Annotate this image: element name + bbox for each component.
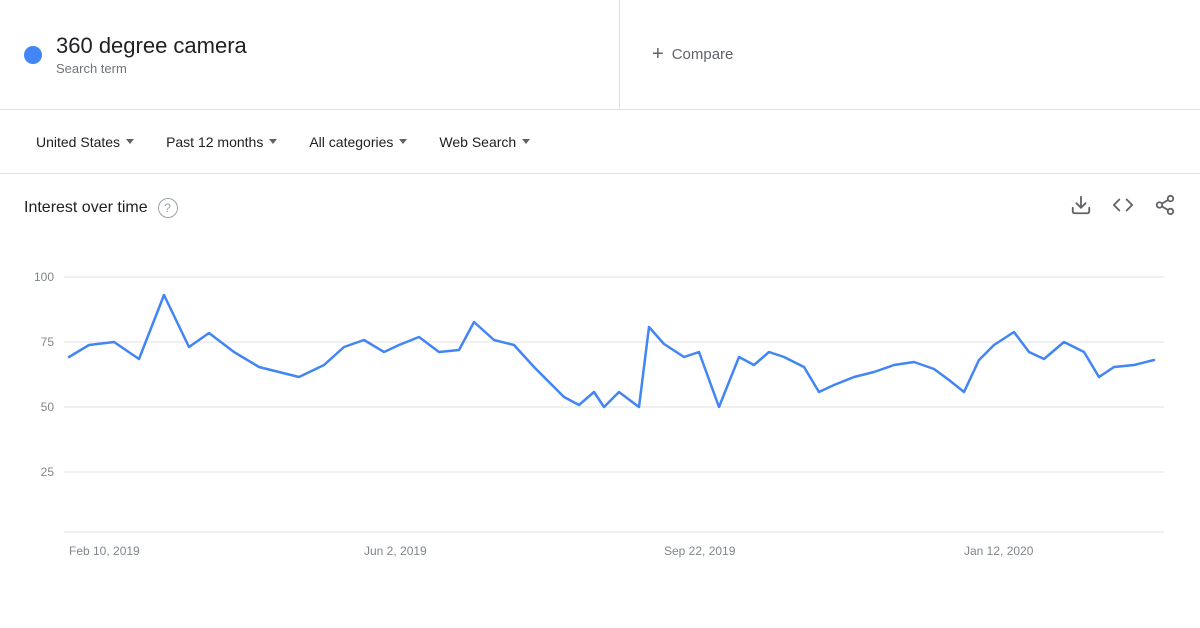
filters-bar: United States Past 12 months All categor… bbox=[0, 110, 1200, 174]
chart-actions bbox=[1070, 194, 1176, 221]
share-icon bbox=[1154, 194, 1176, 216]
compare-button[interactable]: + Compare bbox=[652, 43, 733, 66]
download-button[interactable] bbox=[1070, 194, 1092, 221]
time-label: Past 12 months bbox=[166, 134, 263, 150]
chart-title: Interest over time bbox=[24, 199, 148, 217]
search-term-subtitle: Search term bbox=[56, 61, 247, 76]
search-term-info: 360 degree camera Search term bbox=[56, 33, 247, 76]
header: 360 degree camera Search term + Compare bbox=[0, 0, 1200, 110]
category-label: All categories bbox=[309, 134, 393, 150]
region-filter[interactable]: United States bbox=[24, 126, 146, 158]
region-chevron-icon bbox=[126, 139, 134, 144]
search-term-dot bbox=[24, 46, 42, 64]
download-icon bbox=[1070, 194, 1092, 216]
svg-text:Sep 22, 2019: Sep 22, 2019 bbox=[664, 544, 736, 558]
svg-text:Feb 10, 2019: Feb 10, 2019 bbox=[69, 544, 140, 558]
svg-text:Jan 12, 2020: Jan 12, 2020 bbox=[964, 544, 1034, 558]
svg-text:50: 50 bbox=[41, 400, 55, 414]
share-button[interactable] bbox=[1154, 194, 1176, 221]
search-type-chevron-icon bbox=[522, 139, 530, 144]
chart-section: Interest over time ? bbox=[0, 174, 1200, 567]
search-term-section: 360 degree camera Search term bbox=[0, 0, 620, 109]
embed-button[interactable] bbox=[1112, 194, 1134, 221]
compare-section: + Compare bbox=[620, 0, 1200, 109]
plus-icon: + bbox=[652, 43, 664, 66]
svg-text:Jun 2, 2019: Jun 2, 2019 bbox=[364, 544, 427, 558]
category-chevron-icon bbox=[399, 139, 407, 144]
region-label: United States bbox=[36, 134, 120, 150]
chart-title-group: Interest over time ? bbox=[24, 198, 178, 218]
time-filter[interactable]: Past 12 months bbox=[154, 126, 289, 158]
search-term-title: 360 degree camera bbox=[56, 33, 247, 59]
svg-text:100: 100 bbox=[34, 270, 54, 284]
compare-label: Compare bbox=[672, 46, 734, 63]
chart-container: 100 75 50 25 Feb 10, 2019 Jun 2, 2019 Se… bbox=[24, 237, 1176, 567]
search-type-label: Web Search bbox=[439, 134, 516, 150]
svg-text:75: 75 bbox=[41, 335, 55, 349]
svg-text:25: 25 bbox=[41, 465, 55, 479]
interest-chart: 100 75 50 25 Feb 10, 2019 Jun 2, 2019 Se… bbox=[24, 237, 1176, 567]
time-chevron-icon bbox=[269, 139, 277, 144]
category-filter[interactable]: All categories bbox=[297, 126, 419, 158]
help-icon[interactable]: ? bbox=[158, 198, 178, 218]
code-icon bbox=[1112, 194, 1134, 216]
search-type-filter[interactable]: Web Search bbox=[427, 126, 542, 158]
chart-header: Interest over time ? bbox=[24, 194, 1176, 221]
